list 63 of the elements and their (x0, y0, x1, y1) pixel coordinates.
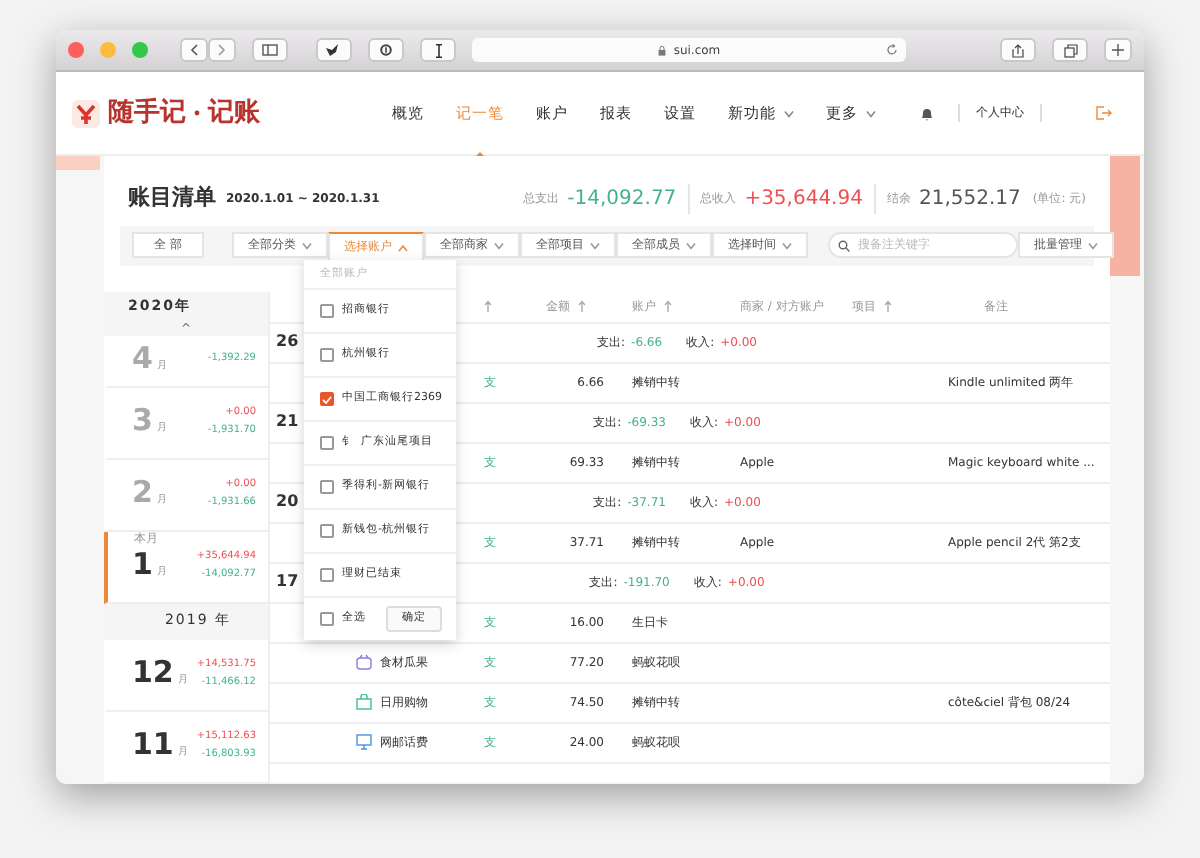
monitor-icon (356, 734, 372, 750)
search-icon (837, 239, 850, 251)
month-number: 1 (132, 550, 153, 581)
checkbox[interactable] (320, 612, 334, 626)
new-tab-button[interactable] (1104, 38, 1132, 62)
day-number: 20 (274, 490, 301, 514)
logo-icon (72, 99, 100, 127)
basket-icon (356, 654, 372, 670)
caret-down-icon (784, 109, 794, 117)
logo-text: 随手记 (108, 95, 186, 132)
checkbox[interactable] (320, 524, 334, 538)
extension-button[interactable] (316, 38, 352, 62)
extension-button[interactable] (368, 38, 404, 62)
day-number: 17 (274, 570, 301, 594)
day-number: 26 (274, 330, 301, 354)
page-title: 账目清单 (128, 182, 216, 214)
dot-icon (194, 110, 200, 116)
checkbox[interactable] (320, 568, 334, 582)
chevron-right-icon (218, 44, 226, 56)
month-number: 12 (132, 658, 174, 689)
sidebar-icon (262, 44, 278, 56)
month-number: 4 (132, 344, 153, 375)
side-decoration (1110, 156, 1140, 276)
lock-icon (657, 45, 666, 55)
month-number: 3 (132, 406, 153, 437)
circle-icon (380, 44, 392, 56)
checkbox[interactable] (320, 480, 334, 494)
text-cursor-icon (435, 43, 441, 57)
share-button[interactable] (1000, 38, 1036, 62)
caret-down-icon (1087, 241, 1098, 249)
caret-down-icon (781, 241, 792, 249)
forward-button[interactable] (208, 38, 236, 62)
caret-down-icon (589, 241, 600, 249)
checkmark-icon (322, 395, 332, 403)
caret-down-icon (493, 241, 504, 249)
checkbox[interactable] (320, 348, 334, 362)
checkbox[interactable] (320, 304, 334, 318)
logo-text: 记账 (208, 95, 260, 132)
caret-down-icon (301, 241, 312, 249)
caret-up-icon (397, 243, 408, 251)
share-icon (1012, 43, 1024, 57)
total-value: -14,092.77 (567, 185, 677, 214)
tabs-icon (1063, 43, 1077, 57)
plus-icon (1112, 44, 1124, 56)
reload-icon[interactable] (886, 44, 898, 56)
logout-icon[interactable] (1096, 106, 1112, 120)
chevron-left-icon (190, 44, 198, 56)
month-number: 11 (132, 730, 174, 761)
caret-down-icon (866, 109, 876, 117)
tabs-button[interactable] (1052, 38, 1088, 62)
back-button[interactable] (180, 38, 208, 62)
side-decoration (56, 156, 100, 170)
caret-down-icon (685, 241, 696, 249)
total-value: +35,644.94 (744, 185, 863, 214)
total-value: 21,552.17 (918, 185, 1021, 214)
checkbox[interactable] (320, 436, 334, 450)
bell-icon[interactable] (920, 105, 934, 121)
month-number: 2 (132, 478, 153, 509)
day-number: 21 (274, 410, 301, 434)
checkbox[interactable] (320, 392, 334, 406)
shopping-bag-icon (356, 694, 372, 710)
sidebar-button[interactable] (252, 38, 288, 62)
extension-button[interactable] (420, 38, 456, 62)
